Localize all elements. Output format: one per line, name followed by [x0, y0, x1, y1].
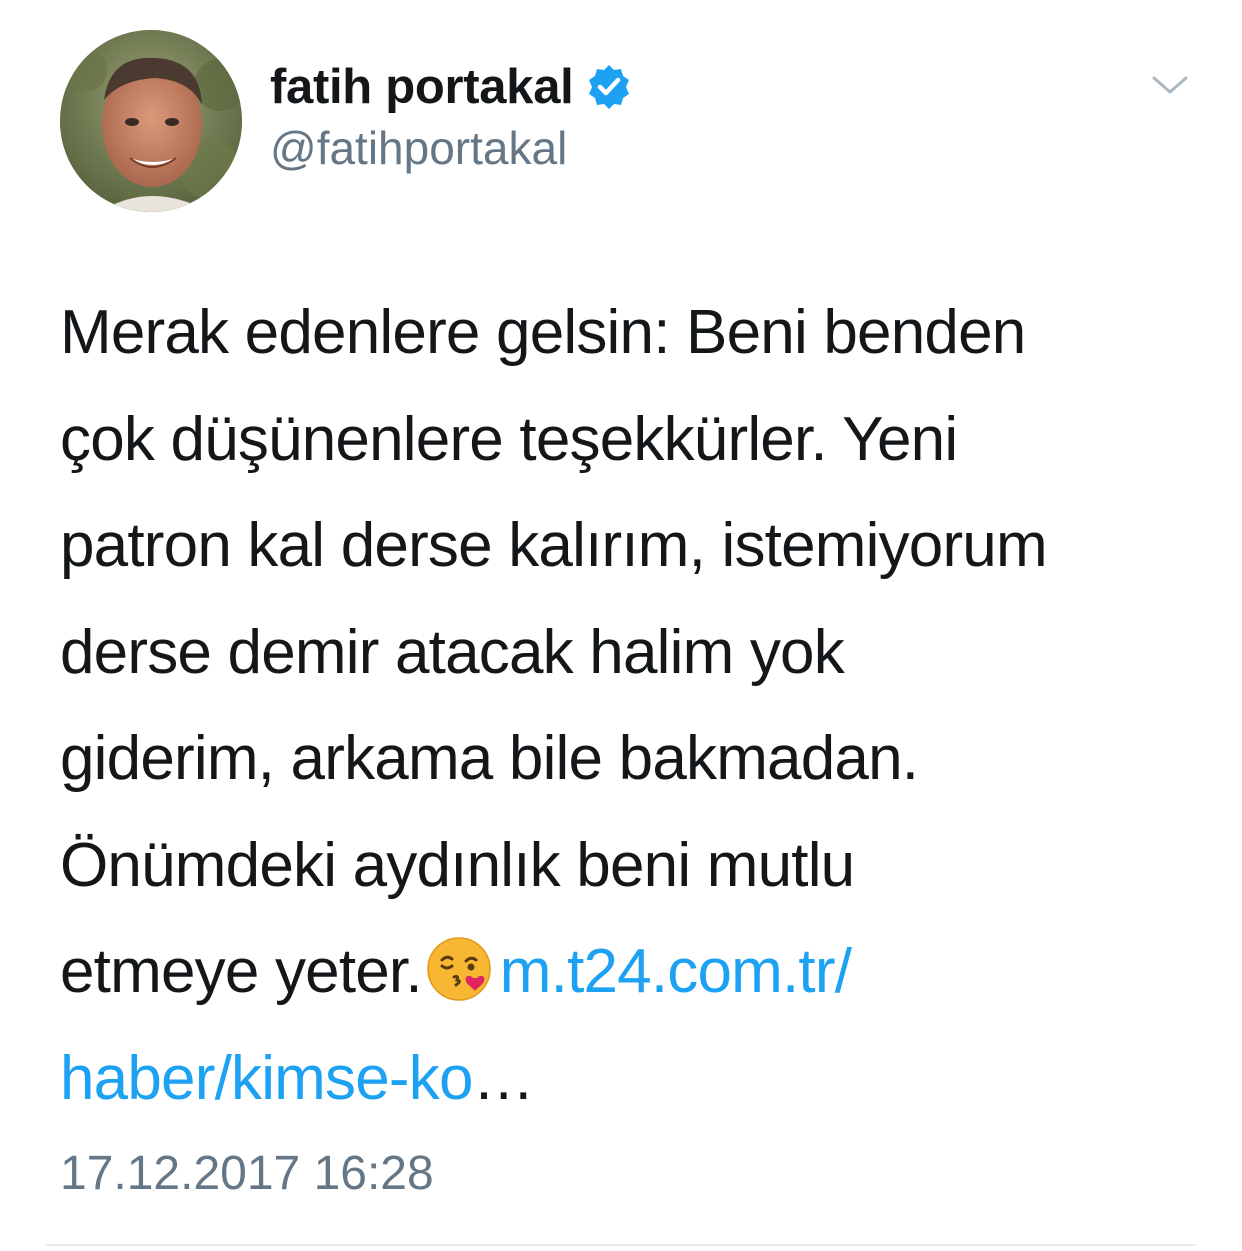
- chevron-down-icon[interactable]: [1150, 70, 1190, 100]
- kiss-emoji-icon: [426, 929, 492, 1001]
- author-name-row[interactable]: fatih portakal: [270, 52, 633, 122]
- tweet-link-part2[interactable]: haber/kimse-ko: [60, 1044, 473, 1113]
- divider: [46, 1244, 1196, 1246]
- tweet-text-line: çok düşünenlere teşekkürler. Yeni: [60, 404, 958, 474]
- tweet-link-part1[interactable]: m.t24.com.tr/: [500, 937, 852, 1006]
- avatar[interactable]: [60, 30, 242, 212]
- tweet-text: Merak edenlere gelsin: Beni benden çok d…: [60, 280, 1200, 1132]
- tweet-text-line: patron kal derse kalırım, istemiyorum: [60, 511, 1048, 580]
- verified-badge-icon: [585, 63, 633, 111]
- tweet-text-line: giderim, arkama bile bakmadan.: [60, 724, 919, 793]
- user-handle[interactable]: @fatihportakal: [270, 121, 567, 175]
- tweet-text-line-link: haber/kimse-ko…: [60, 1026, 1200, 1133]
- link-ellipsis: …: [472, 1043, 535, 1113]
- tweet-text-line: derse demir atacak halim yok: [60, 617, 845, 687]
- tweet-timestamp[interactable]: 17.12.2017 16:28: [60, 1146, 434, 1201]
- display-name[interactable]: fatih portakal: [270, 59, 574, 115]
- tweet-text-line-last: etmeye yeter. m.t24.com.tr/: [60, 919, 1200, 1026]
- profile-photo-icon: [60, 30, 242, 212]
- tweet-text-line: Önümdeki aydınlık beni mutlu: [60, 830, 855, 900]
- tweet-text-line: Merak edenlere gelsin: Beni benden: [60, 298, 1026, 367]
- tweet-text-fragment: etmeye yeter.: [60, 937, 423, 1006]
